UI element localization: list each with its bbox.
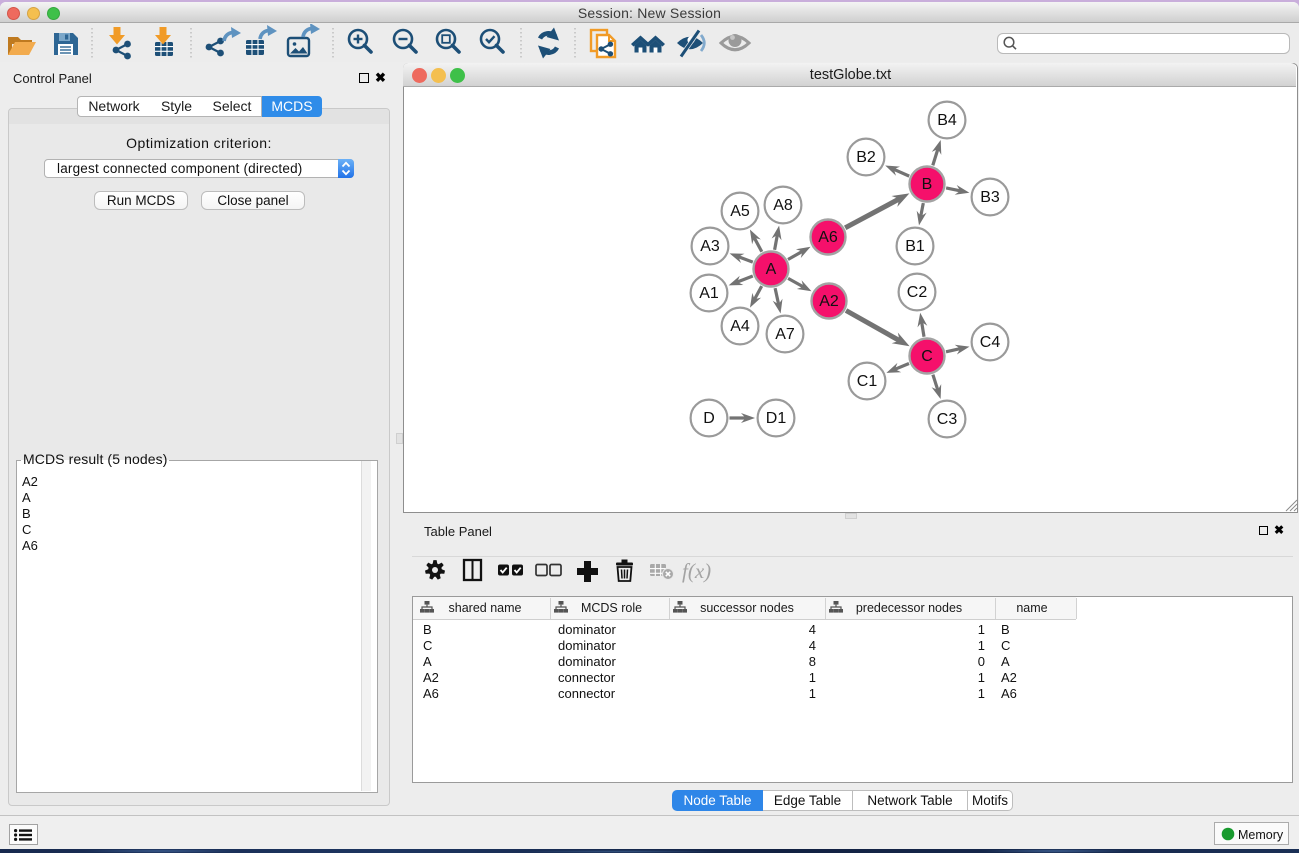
svg-text:f(x): f(x) xyxy=(682,559,711,583)
svg-text:A3: A3 xyxy=(700,238,720,255)
svg-text:A6: A6 xyxy=(818,229,838,246)
svg-text:C2: C2 xyxy=(907,284,928,301)
svg-text:B3: B3 xyxy=(980,189,1000,206)
svg-text:A: A xyxy=(766,261,777,278)
svg-text:C4: C4 xyxy=(980,334,1001,351)
svg-text:D: D xyxy=(703,410,715,427)
svg-text:A5: A5 xyxy=(730,203,750,220)
svg-text:A7: A7 xyxy=(775,326,795,343)
svg-text:B: B xyxy=(922,176,933,193)
svg-text:A2: A2 xyxy=(819,293,839,310)
svg-text:A1: A1 xyxy=(699,285,719,302)
svg-text:B1: B1 xyxy=(905,238,925,255)
svg-text:B4: B4 xyxy=(937,112,957,129)
svg-text:C: C xyxy=(921,348,933,365)
svg-text:A4: A4 xyxy=(730,318,750,335)
svg-text:C1: C1 xyxy=(857,373,878,390)
svg-text:D1: D1 xyxy=(766,410,787,427)
svg-text:C3: C3 xyxy=(937,411,958,428)
svg-text:A8: A8 xyxy=(773,197,793,214)
svg-text:B2: B2 xyxy=(856,149,876,166)
